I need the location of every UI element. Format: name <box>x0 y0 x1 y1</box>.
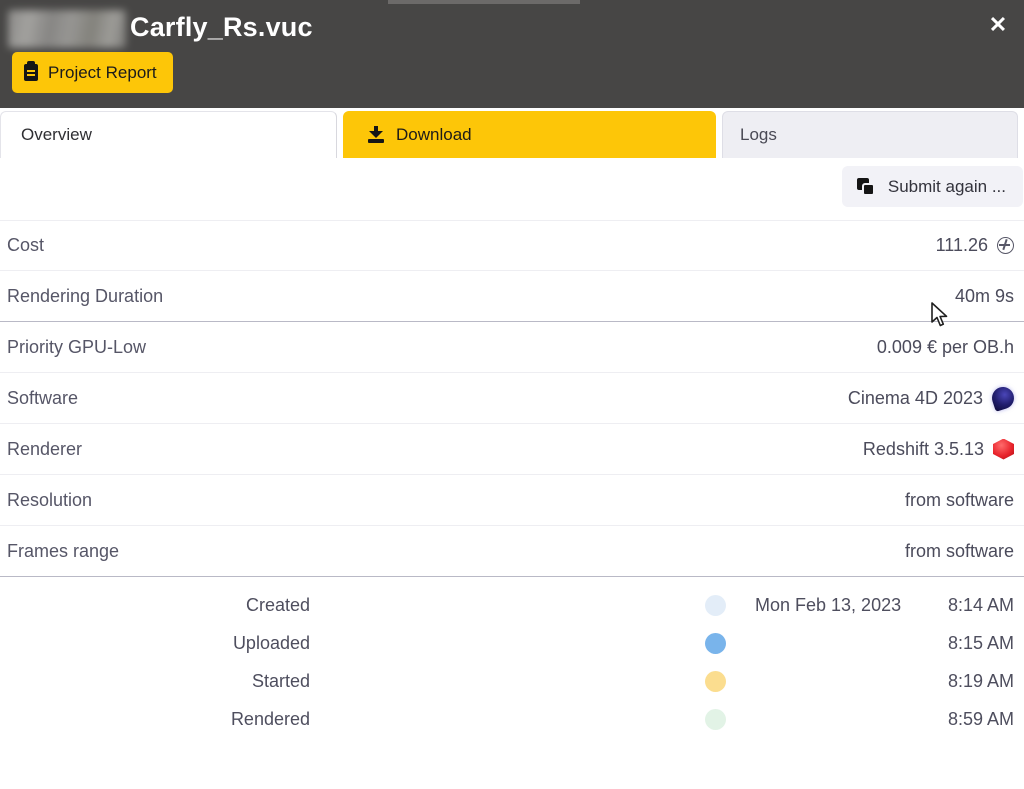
timeline-label: Rendered <box>231 709 310 730</box>
detail-row-priority: Priority GPU-Low 0.009 € per OB.h <box>0 322 1024 373</box>
project-report-label: Project Report <box>48 63 157 83</box>
close-icon[interactable]: ✕ <box>982 9 1014 41</box>
detail-value: 111.26 <box>936 235 1014 256</box>
detail-label: Rendering Duration <box>7 286 163 307</box>
timeline-date: Mon Feb 13, 2023 <box>755 595 901 616</box>
duplicate-icon <box>857 178 875 196</box>
submit-again-button[interactable]: Submit again ... <box>842 166 1023 207</box>
timeline-time: 8:15 AM <box>948 633 1014 654</box>
tab-download[interactable]: Download <box>343 111 716 158</box>
timeline-time: 8:14 AM <box>948 595 1014 616</box>
renderer-value: Redshift 3.5.13 <box>863 439 984 460</box>
timeline-time: 8:19 AM <box>948 671 1014 692</box>
dialog-header: Carfly_Rs.vuc ✕ Project Report <box>0 0 1024 108</box>
timeline-row-uploaded: Uploaded 8:15 AM <box>0 624 1024 662</box>
timeline-label: Created <box>246 595 310 616</box>
header-top-strip <box>388 0 580 4</box>
coin-icon <box>997 237 1014 254</box>
timeline-row-created: Created Mon Feb 13, 2023 8:14 AM <box>0 586 1024 624</box>
detail-value: Cinema 4D 2023 <box>848 387 1014 409</box>
detail-label: Resolution <box>7 490 92 511</box>
project-report-button[interactable]: Project Report <box>12 52 173 93</box>
detail-label: Renderer <box>7 439 82 460</box>
detail-value: from software <box>905 490 1014 511</box>
detail-row-frames-range: Frames range from software <box>0 526 1024 577</box>
detail-value: 40m 9s <box>955 286 1014 307</box>
software-value: Cinema 4D 2023 <box>848 388 983 409</box>
brand-logo <box>8 10 126 48</box>
detail-label: Cost <box>7 235 44 256</box>
tab-overview-label: Overview <box>21 125 92 145</box>
timeline-time: 8:59 AM <box>948 709 1014 730</box>
detail-label: Frames range <box>7 541 119 562</box>
cinema4d-icon <box>989 384 1017 412</box>
detail-value: from software <box>905 541 1014 562</box>
detail-row-cost: Cost 111.26 <box>0 220 1024 271</box>
tab-overview[interactable]: Overview <box>0 111 337 158</box>
status-dot-started <box>705 671 726 692</box>
cost-value: 111.26 <box>936 235 988 256</box>
status-timeline: Created Mon Feb 13, 2023 8:14 AM Uploade… <box>0 586 1024 738</box>
timeline-label: Uploaded <box>233 633 310 654</box>
status-dot-rendered <box>705 709 726 730</box>
submit-again-label: Submit again ... <box>888 177 1006 197</box>
status-dot-uploaded <box>705 633 726 654</box>
detail-value: 0.009 € per OB.h <box>877 337 1014 358</box>
timeline-row-started: Started 8:19 AM <box>0 662 1024 700</box>
timeline-label: Started <box>252 671 310 692</box>
tab-download-label: Download <box>396 125 472 145</box>
page-title: Carfly_Rs.vuc <box>130 12 313 43</box>
tab-logs-label: Logs <box>740 125 777 145</box>
status-dot-created <box>705 595 726 616</box>
detail-label: Software <box>7 388 78 409</box>
detail-row-renderer: Renderer Redshift 3.5.13 <box>0 424 1024 475</box>
detail-value: Redshift 3.5.13 <box>863 439 1014 460</box>
clipboard-icon <box>24 64 38 81</box>
tab-bar: Overview Download Logs <box>0 111 1024 158</box>
download-icon <box>368 126 384 143</box>
timeline-row-rendered: Rendered 8:59 AM <box>0 700 1024 738</box>
overview-panel: Submit again ... Cost 111.26 Rendering D… <box>0 158 1024 789</box>
detail-label: Priority GPU-Low <box>7 337 146 358</box>
detail-row-rendering-duration: Rendering Duration 40m 9s <box>0 271 1024 322</box>
tab-logs[interactable]: Logs <box>722 111 1018 158</box>
redshift-icon <box>993 439 1014 460</box>
detail-list: Cost 111.26 Rendering Duration 40m 9s Pr… <box>0 220 1024 577</box>
detail-row-resolution: Resolution from software <box>0 475 1024 526</box>
detail-row-software: Software Cinema 4D 2023 <box>0 373 1024 424</box>
